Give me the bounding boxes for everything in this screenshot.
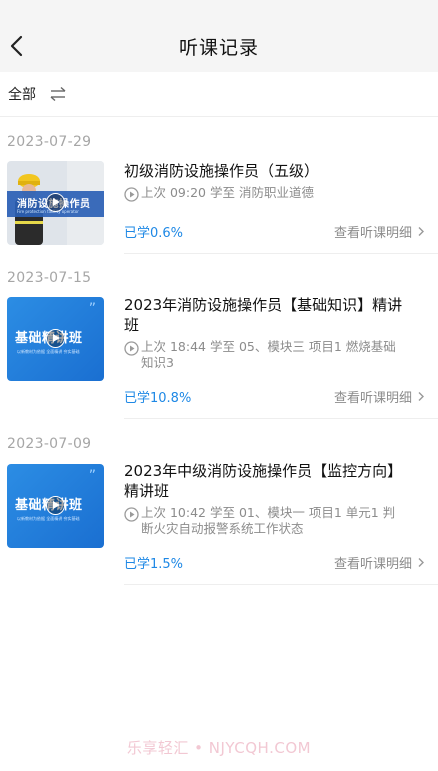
chevron-right-icon (418, 392, 424, 401)
record-date: 2023-07-09 (7, 436, 92, 452)
view-detail-label: 查看听课明细 (333, 391, 412, 406)
play-icon[interactable] (46, 329, 65, 348)
last-study-info: 上次 09:20 学至 消防职业道德 (124, 185, 424, 202)
progress-text: 已学0.6% (124, 226, 184, 241)
course-title-line: 初级消防设施操作员（五级） (124, 162, 320, 180)
course-thumbnail[interactable]: ” 基础精讲班 以新教材为依据 全面精讲 夯实基础 (7, 297, 104, 381)
clock-icon (124, 507, 139, 522)
quote-icon: ” (88, 468, 96, 484)
clock-icon (124, 341, 139, 356)
watermark: 乐享轻汇 • NJYCQH.COM (126, 739, 312, 757)
back-icon[interactable] (6, 32, 28, 60)
top-bar: 听课记录 (0, 0, 438, 72)
filter-all-label[interactable]: 全部 (8, 84, 36, 104)
course-title[interactable]: 初级消防设施操作员（五级） (124, 161, 428, 181)
swap-arrows-icon[interactable] (48, 86, 68, 102)
course-thumbnail[interactable]: 消防设施操作员 Fire protection facility operato… (7, 161, 104, 245)
view-detail-label: 查看听课明细 (333, 557, 412, 572)
thumbnail-subtitle: 以新教材为依据 全面精讲 夯实基础 (17, 516, 80, 521)
divider (124, 418, 438, 419)
view-detail-link[interactable]: 查看听课明细 (334, 387, 426, 406)
thumbnail-subtitle: Fire protection facility operator (17, 209, 79, 214)
last-study-text: 断火灾自动报警系统工作状态 (141, 521, 304, 536)
course-title-line: 2023年消防设施操作员【基础知识】精讲 (124, 296, 403, 314)
view-detail-link[interactable]: 查看听课明细 (334, 222, 426, 241)
course-title-line: 班 (124, 316, 140, 334)
progress-text: 已学10.8% (124, 391, 192, 406)
course-title-line: 精讲班 (124, 482, 170, 500)
divider (124, 253, 438, 254)
clock-icon (124, 187, 139, 202)
course-thumbnail[interactable]: ” 基础精讲班 以新教材为依据 全面精讲 夯实基础 (7, 464, 104, 548)
record-date: 2023-07-15 (7, 270, 92, 286)
thumbnail-subtitle: 以新教材为依据 全面精讲 夯实基础 (17, 349, 80, 354)
chevron-right-icon (418, 558, 424, 567)
last-study-info: 上次 10:42 学至 01、模块一 项目1 单元1 判 断火灾自动报警系统工作… (124, 505, 424, 537)
last-study-text: 知识3 (141, 355, 174, 370)
course-title[interactable]: 2023年消防设施操作员【基础知识】精讲 班 (124, 295, 428, 335)
last-study-info: 上次 18:44 学至 05、模块三 项目1 燃烧基础 知识3 (124, 339, 424, 371)
last-study-text: 上次 18:44 学至 05、模块三 项目1 燃烧基础 (141, 339, 396, 354)
course-title-line: 2023年中级消防设施操作员【监控方向】 (124, 462, 403, 480)
page-title: 听课记录 (178, 36, 259, 59)
last-study-text: 上次 10:42 学至 01、模块一 项目1 单元1 判 (141, 505, 396, 520)
play-icon[interactable] (46, 496, 65, 515)
filter-bar: 全部 (0, 72, 438, 117)
view-detail-label: 查看听课明细 (333, 226, 412, 241)
progress-text: 已学1.5% (124, 557, 184, 572)
quote-icon: ” (88, 301, 96, 317)
play-icon[interactable] (46, 193, 65, 212)
record-date: 2023-07-29 (7, 134, 92, 150)
chevron-right-icon (418, 227, 424, 236)
divider (124, 584, 438, 585)
view-detail-link[interactable]: 查看听课明细 (334, 553, 426, 572)
last-study-text: 上次 09:20 学至 消防职业道德 (141, 185, 314, 200)
course-title[interactable]: 2023年中级消防设施操作员【监控方向】 精讲班 (124, 461, 428, 501)
